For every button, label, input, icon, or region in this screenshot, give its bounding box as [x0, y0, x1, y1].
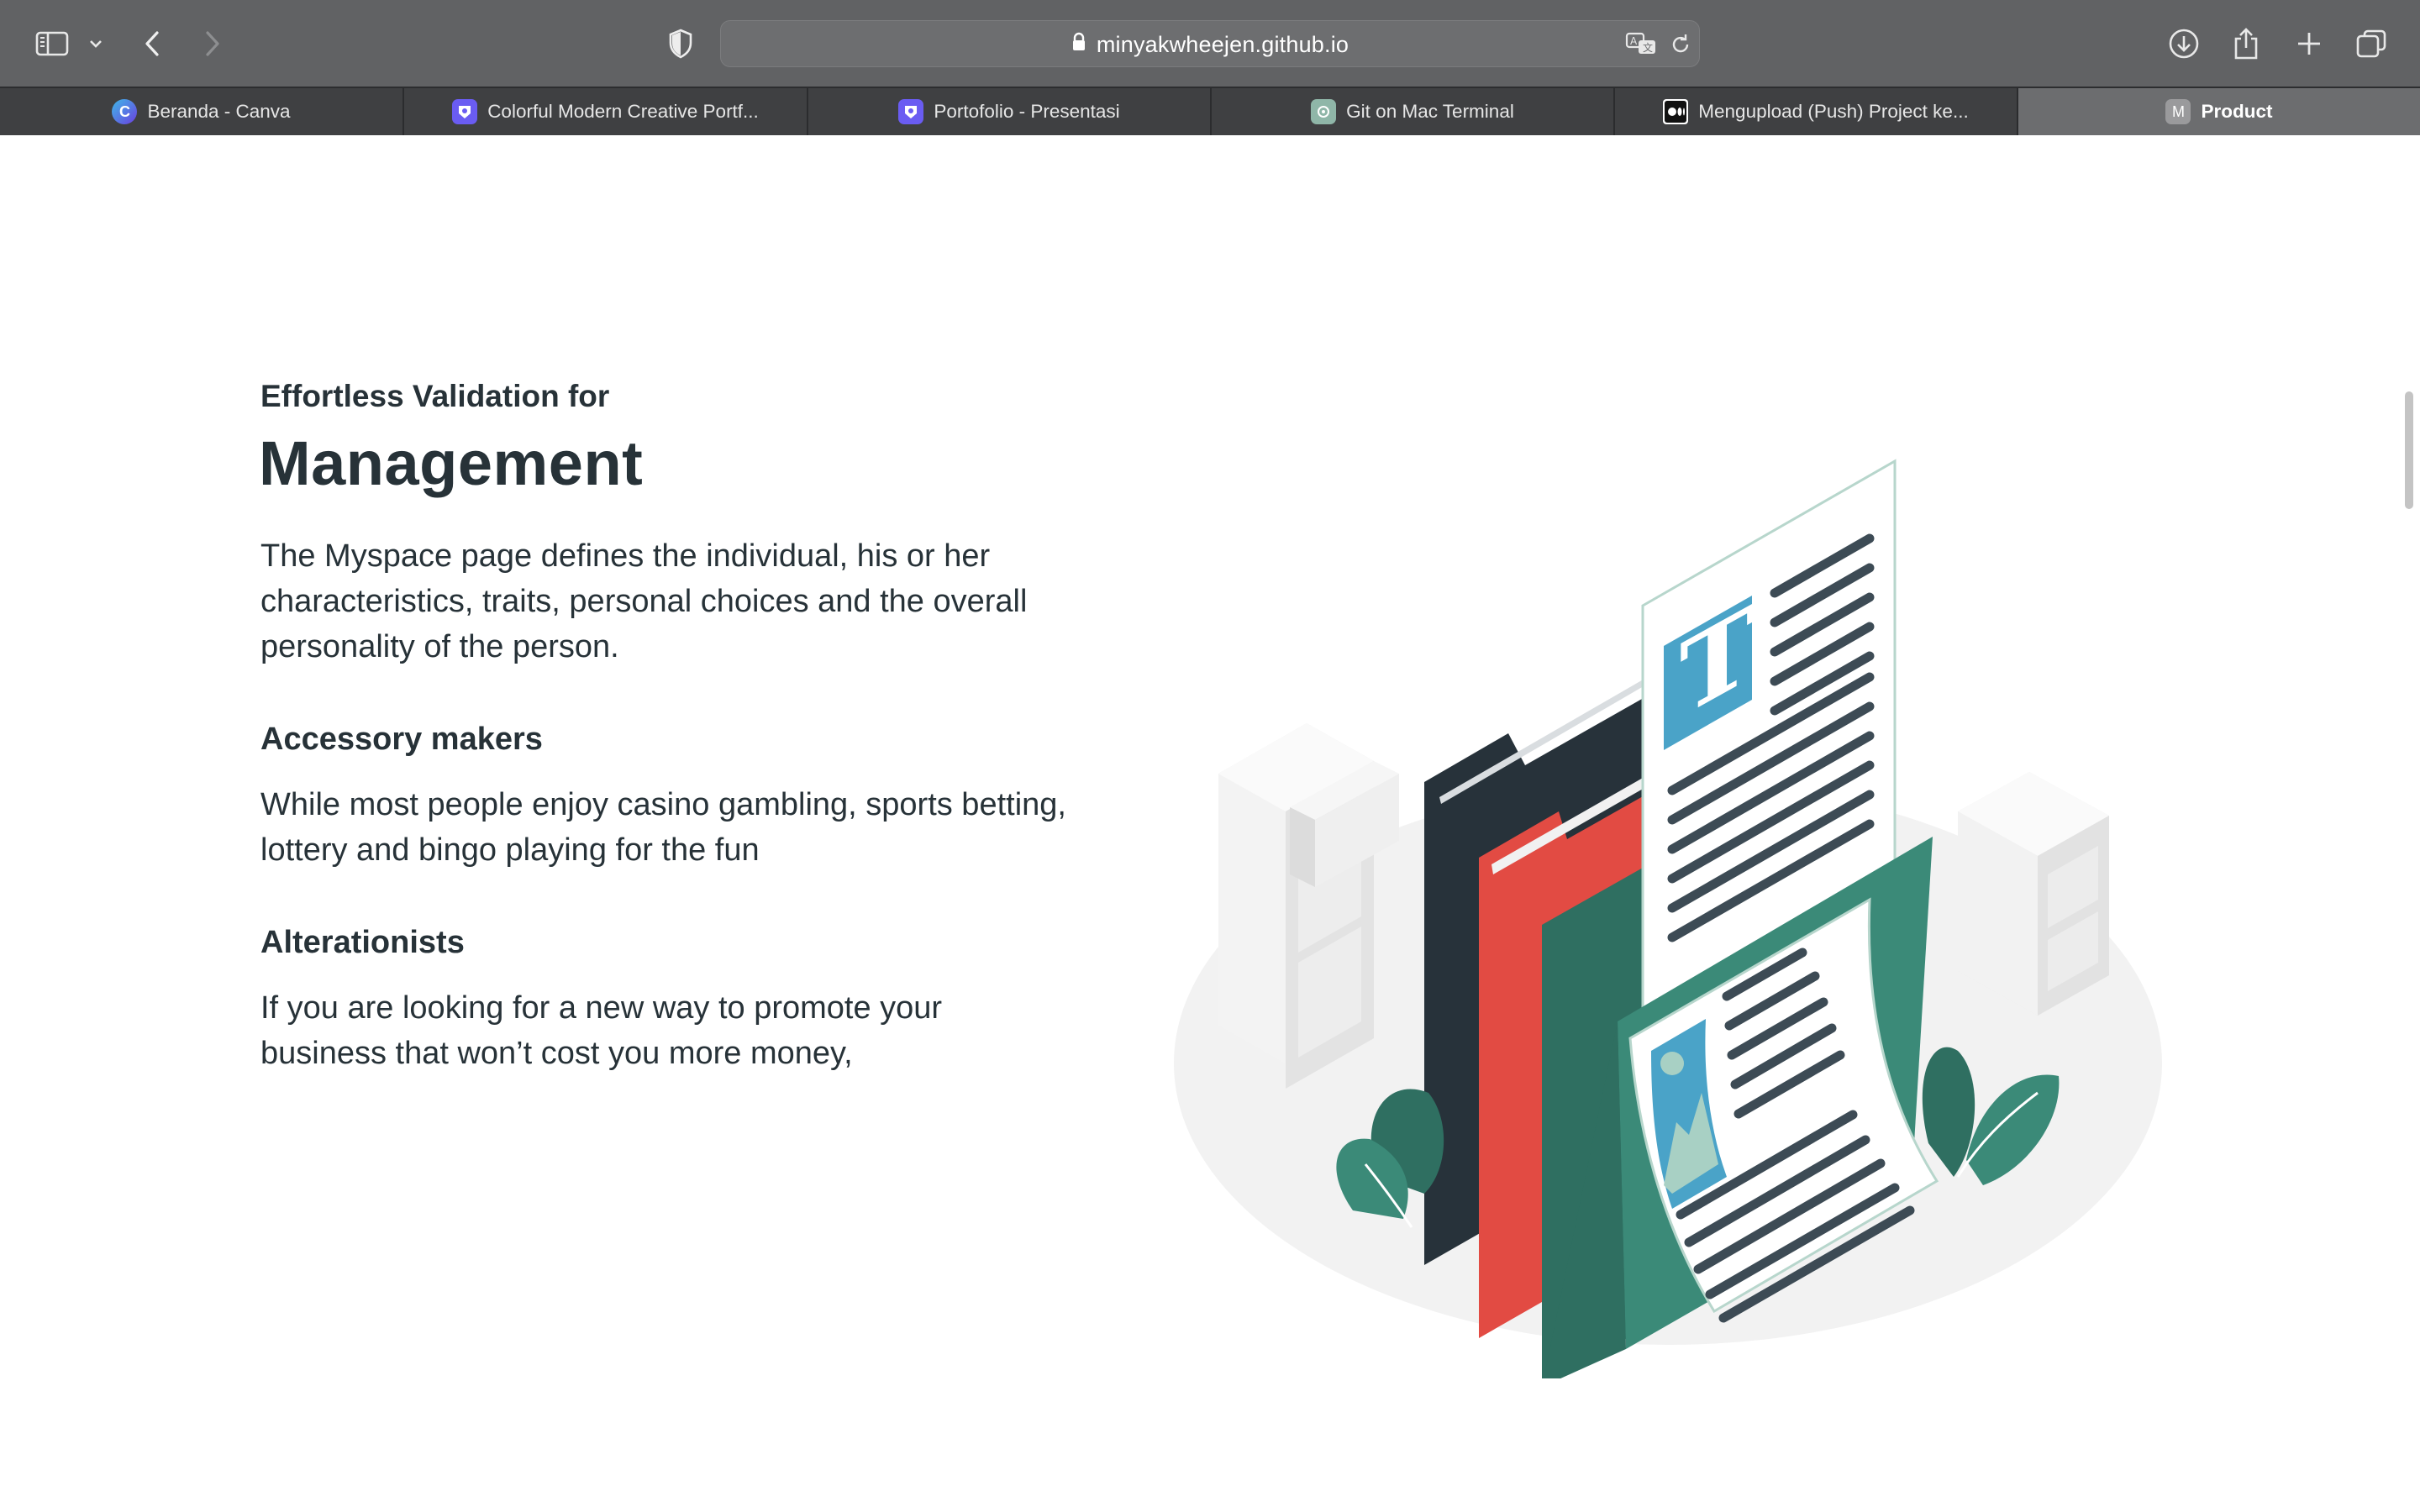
feature-heading: Accessory makers [260, 722, 543, 757]
tab-bar: C Beranda - Canva Colorful Modern Creati… [0, 87, 2420, 135]
section-subtitle: Effortless Validation for [260, 379, 610, 413]
tabs-overview-icon[interactable] [2354, 0, 2388, 87]
browser-toolbar: minyakwheejen.github.io A文 [0, 0, 2420, 87]
download-icon[interactable] [2166, 0, 2202, 87]
document-management-illustration: T [1172, 337, 2206, 1387]
page-scrollbar[interactable] [2405, 391, 2413, 509]
site-initial-icon: M [2165, 99, 2191, 124]
lock-icon [1071, 32, 1086, 58]
page-title: Management [259, 428, 644, 498]
canva-icon: C [112, 99, 138, 124]
sidebar-icon[interactable] [32, 0, 72, 87]
feature-heading: Alterationists [260, 925, 465, 960]
medium-icon [1663, 99, 1689, 124]
back-arrow-icon[interactable] [138, 0, 166, 87]
svg-text:文: 文 [1643, 41, 1653, 54]
reload-icon[interactable] [1669, 33, 1692, 60]
tab-label: Git on Mac Terminal [1346, 101, 1514, 122]
chevron-down-icon[interactable] [86, 0, 106, 87]
translate-icon[interactable]: A文 [1625, 31, 1659, 62]
tab-label: Product [2201, 101, 2273, 122]
presentation-app-icon [898, 99, 924, 124]
svg-text:A: A [1630, 35, 1638, 47]
chatgpt-icon [1311, 99, 1337, 124]
plus-icon[interactable] [2294, 0, 2324, 87]
address-bar[interactable]: minyakwheejen.github.io A文 [720, 20, 1700, 67]
url-text: minyakwheejen.github.io [1096, 31, 1349, 57]
share-icon[interactable] [2230, 0, 2262, 87]
tab-product[interactable]: M Product [2018, 88, 2420, 135]
tab-label: Mengupload (Push) Project ke... [1698, 101, 1969, 122]
left-filing-cabinet [1218, 723, 1399, 1089]
presentation-app-icon [452, 99, 478, 124]
page-content: Effortless Validation for Management The… [0, 135, 2420, 1512]
shield-icon[interactable] [664, 0, 697, 87]
intro-paragraph: The Myspace page defines the individual,… [260, 538, 1028, 664]
tab-mengupload-project[interactable]: Mengupload (Push) Project ke... [1615, 88, 2018, 135]
tab-beranda-canva[interactable]: C Beranda - Canva [0, 88, 404, 135]
tab-label: Portofolio - Presentasi [934, 101, 1120, 122]
tab-portofolio-presentasi[interactable]: Portofolio - Presentasi [808, 88, 1212, 135]
feature-text: While most people enjoy casino gambling,… [260, 787, 1066, 868]
tab-label: Beranda - Canva [147, 101, 291, 122]
tab-colorful-portfolio[interactable]: Colorful Modern Creative Portf... [404, 88, 808, 135]
tab-git-on-mac[interactable]: Git on Mac Terminal [1212, 88, 1615, 135]
tab-label: Colorful Modern Creative Portf... [487, 101, 759, 122]
feature-text: If you are looking for a new way to prom… [260, 990, 943, 1071]
right-filing-cabinet [1958, 772, 2109, 1016]
forward-arrow-icon[interactable] [198, 0, 227, 87]
